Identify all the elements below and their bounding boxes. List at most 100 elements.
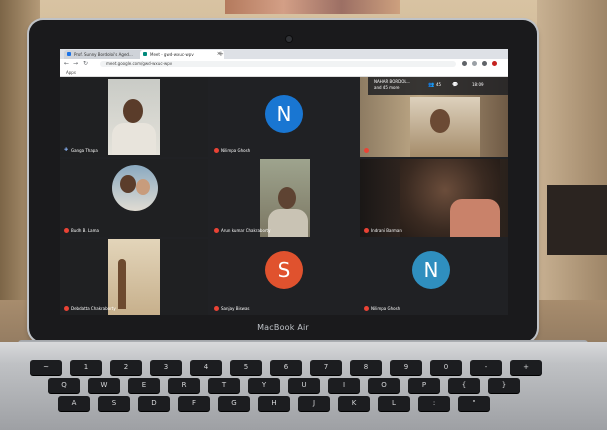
keyboard-key[interactable]: G <box>218 396 250 411</box>
participant-tile[interactable]: Arun kumar Chakraborty <box>210 159 358 237</box>
extension-icon[interactable] <box>472 61 477 66</box>
forward-icon[interactable]: → <box>73 60 78 68</box>
url-input[interactable]: meet.google.com/gwd-wxuc-wpv <box>100 61 456 67</box>
chat-icon[interactable]: 💬 <box>452 82 458 88</box>
participant-tile[interactable]: Budh B. Lama <box>60 159 208 237</box>
keyboard-key[interactable]: K <box>338 396 370 411</box>
keyboard-key[interactable]: F <box>178 396 210 411</box>
extension-icon[interactable] <box>462 61 467 66</box>
tab-favicon <box>67 52 71 56</box>
laptop-brand: MacBook Air <box>257 323 309 332</box>
extension-icon[interactable] <box>482 61 487 66</box>
keyboard-key[interactable]: S <box>98 396 130 411</box>
keyboard-key[interactable]: 0 <box>430 360 462 375</box>
webcam <box>286 36 292 42</box>
keyboard-key[interactable]: P <box>408 378 440 393</box>
mic-off-icon <box>214 228 219 233</box>
tab-2-label: Meet - gwd-wxuc-wpv <box>150 52 194 57</box>
keyboard-key[interactable]: 1 <box>70 360 102 375</box>
participant-tile[interactable]: Indrani Barman <box>360 159 508 237</box>
mic-off-icon <box>364 148 369 153</box>
participant-video <box>112 165 158 211</box>
tab-2[interactable]: Meet - gwd-wxuc-wpv × <box>140 50 224 59</box>
keyboard-key[interactable]: H <box>258 396 290 411</box>
keyboard-key[interactable]: 5 <box>230 360 262 375</box>
shelf <box>547 185 607 255</box>
avatar: S <box>265 251 303 289</box>
mic-off-icon <box>214 306 219 311</box>
tab-1-label: Prof. Sunny Bordoloi's Aged... <box>74 52 133 57</box>
keyboard-key[interactable]: Q <box>48 378 80 393</box>
keyboard-key[interactable]: Y <box>248 378 280 393</box>
keyboard-key[interactable]: ~ <box>30 360 62 375</box>
keyboard-key[interactable]: + <box>510 360 542 375</box>
person <box>136 179 150 195</box>
participant-name: Debdatta Chakraborty <box>71 305 116 311</box>
clock-time: 18:09 <box>472 82 484 87</box>
participant-name: Nilimpa Ghosh <box>371 305 401 311</box>
keyboard-key[interactable]: R <box>168 378 200 393</box>
person <box>112 123 156 155</box>
participant-video <box>400 159 500 237</box>
avatar: N <box>265 95 303 133</box>
mic-off-icon <box>364 306 369 311</box>
participant-tile[interactable]: S Sanjay Biswas <box>210 239 358 315</box>
people-icon[interactable]: 👥 <box>428 82 434 88</box>
keyboard-key[interactable]: O <box>368 378 400 393</box>
avatar: N <box>412 251 450 289</box>
participant-tile[interactable]: ✚ Ganga Thapa <box>60 77 208 157</box>
participant-video <box>108 239 160 315</box>
address-bar: ← → ↻ meet.google.com/gwd-wxuc-wpv <box>60 59 508 69</box>
laptop-screen: Prof. Sunny Bordoloi's Aged... × Meet - … <box>60 49 508 315</box>
keyboard: ~1 2 3 4 5 6 7 8 9 0- + Q W E R T Y U I O P {} A S D F G H J K L: " <box>30 358 590 430</box>
keyboard-key[interactable]: 7 <box>310 360 342 375</box>
bookmarks-bar: Apps <box>60 69 508 77</box>
keyboard-key[interactable]: { <box>448 378 480 393</box>
participant-name: Ganga Thapa <box>71 147 98 153</box>
others-count: and 45 more <box>374 85 400 90</box>
meet-grid: ✚ Ganga Thapa N Nilimpa Ghosh Budh B. Lam… <box>60 77 508 315</box>
participant-name: Nilimpa Ghosh <box>221 147 251 153</box>
tab-1[interactable]: Prof. Sunny Bordoloi's Aged... × <box>64 50 148 59</box>
keyboard-key[interactable]: J <box>298 396 330 411</box>
person <box>430 109 450 133</box>
keyboard-key[interactable]: A <box>58 396 90 411</box>
meeting-info-bar: NAHAR BORDOL... and 45 more 👥 45 💬 18:09 <box>368 77 508 95</box>
keyboard-key[interactable]: 6 <box>270 360 302 375</box>
keyboard-key[interactable]: 4 <box>190 360 222 375</box>
participant-tile[interactable]: N Nilimpa Ghosh <box>360 239 508 315</box>
keyboard-key[interactable]: E <box>128 378 160 393</box>
back-icon[interactable]: ← <box>64 60 69 68</box>
keyboard-key[interactable]: } <box>488 378 520 393</box>
participant-count: 45 <box>436 82 442 87</box>
keyboard-key[interactable]: T <box>208 378 240 393</box>
keyboard-key[interactable]: 3 <box>150 360 182 375</box>
keyboard-key[interactable]: : <box>418 396 450 411</box>
keyboard-key[interactable]: W <box>88 378 120 393</box>
new-tab-button[interactable]: + <box>218 49 224 59</box>
keyboard-key[interactable]: " <box>458 396 490 411</box>
keyboard-key[interactable]: L <box>378 396 410 411</box>
profile-avatar[interactable] <box>492 61 497 66</box>
keyboard-key[interactable]: 2 <box>110 360 142 375</box>
person <box>123 99 143 123</box>
mic-off-icon <box>64 306 69 311</box>
keyboard-key[interactable]: I <box>328 378 360 393</box>
wall-right <box>537 0 607 300</box>
apps-shortcut[interactable]: Apps <box>66 70 76 75</box>
keyboard-key[interactable]: U <box>288 378 320 393</box>
keyboard-key[interactable]: - <box>470 360 502 375</box>
keyboard-key[interactable]: 9 <box>390 360 422 375</box>
mic-off-icon <box>364 228 369 233</box>
participant-video <box>108 79 160 155</box>
participant-name: Budh B. Lama <box>71 227 99 233</box>
tab-favicon <box>143 52 147 56</box>
participant-tile[interactable]: Debdatta Chakraborty <box>60 239 208 315</box>
keyboard-key[interactable]: 8 <box>350 360 382 375</box>
keyboard-key[interactable]: D <box>138 396 170 411</box>
participant-video <box>410 97 480 157</box>
reload-icon[interactable]: ↻ <box>83 60 88 68</box>
participant-tile[interactable]: N Nilimpa Ghosh <box>210 77 358 157</box>
participant-name: Sanjay Biswas <box>221 305 250 311</box>
person <box>268 209 308 237</box>
